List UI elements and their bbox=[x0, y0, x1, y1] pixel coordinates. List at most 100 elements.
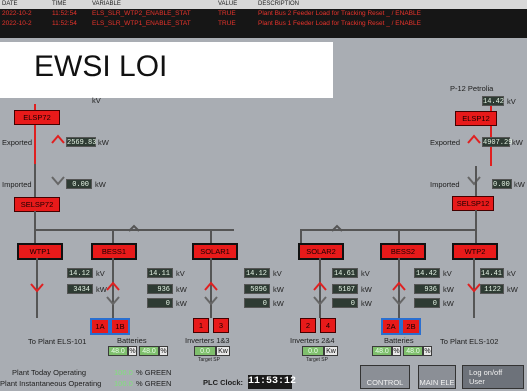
log-on-off-button[interactable]: Log on/off User bbox=[462, 365, 524, 389]
import-arrow-down-icon bbox=[51, 176, 65, 188]
control-button[interactable]: CONTROL bbox=[360, 365, 410, 389]
flow-arrow-up-icon bbox=[106, 281, 120, 293]
wtp2-kw-readout: 1122 bbox=[480, 284, 504, 294]
pct-unit: % bbox=[423, 346, 432, 356]
alarm-row[interactable]: 2022-10-2 11:52:54 ELS_SLR_WTP1_ENABLE_S… bbox=[0, 20, 527, 29]
bess1-kv-readout: 14.11 bbox=[147, 268, 173, 278]
target-sp-right: Target SP bbox=[306, 357, 328, 363]
tag-2[interactable]: 2 bbox=[300, 318, 316, 333]
flow-arrow-down-icon bbox=[204, 296, 218, 308]
left-drop-line bbox=[34, 211, 36, 229]
feeder-wtp1[interactable]: WTP1 bbox=[17, 243, 63, 260]
alarm-col-date: DATE bbox=[2, 1, 18, 7]
alarm-variable: ELS_SLR_WTP2_ENABLE_STAT bbox=[92, 10, 191, 17]
breaker-selsp72[interactable]: SELSP72 bbox=[14, 197, 60, 212]
alarm-row[interactable]: 2022-10-2 11:52:54 ELS_SLR_WTP2_ENABLE_S… bbox=[0, 10, 527, 19]
alarm-time: 11:52:54 bbox=[52, 10, 77, 17]
right-drop-line bbox=[475, 210, 477, 229]
pct-unit: % bbox=[392, 346, 401, 356]
left-kv-unit: kV bbox=[92, 96, 101, 105]
batteries-left-label: Batteries bbox=[117, 336, 147, 345]
flow-arrow-down-icon bbox=[392, 296, 406, 308]
tag-2a[interactable]: 2A bbox=[381, 318, 401, 335]
breaker-selsp12[interactable]: SELSP12 bbox=[452, 196, 494, 211]
bus-arrow-up-icon bbox=[331, 224, 343, 234]
alarm-time: 11:52:54 bbox=[52, 20, 77, 27]
right-imported-readout: 0.00 bbox=[492, 179, 512, 189]
flow-arrow-down-icon bbox=[30, 283, 44, 295]
solar1-kw2-readout: 0 bbox=[244, 298, 270, 308]
solar1-kw-readout: 5096 bbox=[244, 284, 270, 294]
bess2-kw2-readout: 0 bbox=[414, 298, 440, 308]
wtp2-kw-unit: kW bbox=[507, 285, 518, 294]
left-exported-label: Exported bbox=[2, 138, 33, 147]
bess1-kw-unit: kW bbox=[176, 285, 187, 294]
plc-clock: 11:53:12 bbox=[248, 375, 297, 389]
drop-line bbox=[475, 229, 477, 243]
left-imported-readout: 0.00 bbox=[66, 179, 92, 189]
tag-1b[interactable]: 1B bbox=[110, 318, 130, 335]
right-exported-unit: kW bbox=[512, 138, 523, 147]
bus-arrow-up-icon bbox=[128, 224, 140, 234]
flow-arrow-up-icon bbox=[392, 281, 406, 293]
drop-line bbox=[34, 229, 36, 243]
alarm-col-value: VALUE bbox=[218, 1, 238, 7]
plant-inst-value: 100.0 bbox=[114, 379, 133, 388]
tag-1a[interactable]: 1A bbox=[90, 318, 110, 335]
right-bus-title: P-12 Petrolia bbox=[450, 84, 494, 93]
bess1-kw2-readout: 0 bbox=[147, 298, 173, 308]
solar2-kv-unit: kV bbox=[361, 269, 370, 278]
plant-today-unit: % GREEN bbox=[136, 368, 172, 377]
bess2-kw2-unit: kW bbox=[443, 299, 454, 308]
feeder-bess1[interactable]: BESS1 bbox=[91, 243, 137, 260]
plant-inst-unit: % GREEN bbox=[136, 379, 172, 388]
right-kv-readout: 14.42 bbox=[482, 96, 505, 106]
pct-unit: % bbox=[128, 346, 137, 356]
export-arrow-up-icon bbox=[467, 134, 481, 146]
solar1-kv-readout: 14.12 bbox=[244, 268, 270, 278]
import-arrow-down-icon bbox=[467, 176, 481, 188]
alarm-col-description: DESCRIPTION bbox=[258, 1, 300, 7]
solar1-kw-unit: kW bbox=[273, 285, 284, 294]
right-exported-label: Exported bbox=[430, 138, 461, 147]
drop-line bbox=[398, 229, 400, 243]
flow-arrow-down-icon bbox=[106, 296, 120, 308]
plant-today-value: 100.0 bbox=[114, 368, 133, 377]
solar2-kw2-readout: 0 bbox=[332, 298, 358, 308]
inverters-left-label: Inverters 1&3 bbox=[185, 336, 230, 345]
feeder-bess2[interactable]: BESS2 bbox=[380, 243, 426, 260]
right-imported-label: Imported bbox=[430, 180, 460, 189]
alarm-description: Plant Bus 2 Feeder Load for Tracking Res… bbox=[258, 10, 421, 17]
breaker-elsp12[interactable]: ELSP12 bbox=[455, 111, 497, 126]
tag-1[interactable]: 1 bbox=[193, 318, 209, 333]
left-exported-readout: 2569.83 bbox=[66, 137, 97, 147]
battery-right-b-pct: 48.0 bbox=[403, 346, 423, 356]
tag-4[interactable]: 4 bbox=[320, 318, 336, 333]
wtp2-kv-unit: kV bbox=[507, 269, 516, 278]
feeder-solar2[interactable]: SOLAR2 bbox=[298, 243, 344, 260]
wtp1-kv-readout: 14.12 bbox=[67, 268, 93, 278]
drop-line bbox=[112, 229, 114, 243]
solar1-kv-unit: kV bbox=[273, 269, 282, 278]
alarm-variable: ELS_SLR_WTP1_ENABLE_STAT bbox=[92, 20, 191, 27]
right-import-line bbox=[475, 166, 477, 196]
tag-2b[interactable]: 2B bbox=[401, 318, 421, 335]
right-kv-unit: kV bbox=[507, 97, 516, 106]
solar2-kv-readout: 14.61 bbox=[332, 268, 358, 278]
plc-clock-label: PLC Clock: bbox=[203, 378, 244, 387]
inverters-right-label: Inverters 2&4 bbox=[290, 336, 335, 345]
feeder-wtp2[interactable]: WTP2 bbox=[452, 243, 498, 260]
breaker-elsp72[interactable]: ELSP72 bbox=[14, 110, 60, 125]
tag-3[interactable]: 3 bbox=[213, 318, 229, 333]
left-imported-label: Imported bbox=[2, 180, 32, 189]
main-ele-button[interactable]: MAIN ELE bbox=[418, 365, 456, 389]
export-arrow-up-icon bbox=[51, 134, 65, 146]
pct-unit: % bbox=[159, 346, 168, 356]
kw-unit: Kw bbox=[324, 346, 338, 356]
batteries-right-label: Batteries bbox=[384, 336, 414, 345]
solar2-kw-unit: kW bbox=[361, 285, 372, 294]
plant-inst-label: Plant Instantaneous Operating bbox=[0, 379, 102, 388]
feeder-solar1[interactable]: SOLAR1 bbox=[192, 243, 238, 260]
bess2-kw-readout: 936 bbox=[414, 284, 440, 294]
plant-today-label: Plant Today Operating bbox=[12, 368, 87, 377]
